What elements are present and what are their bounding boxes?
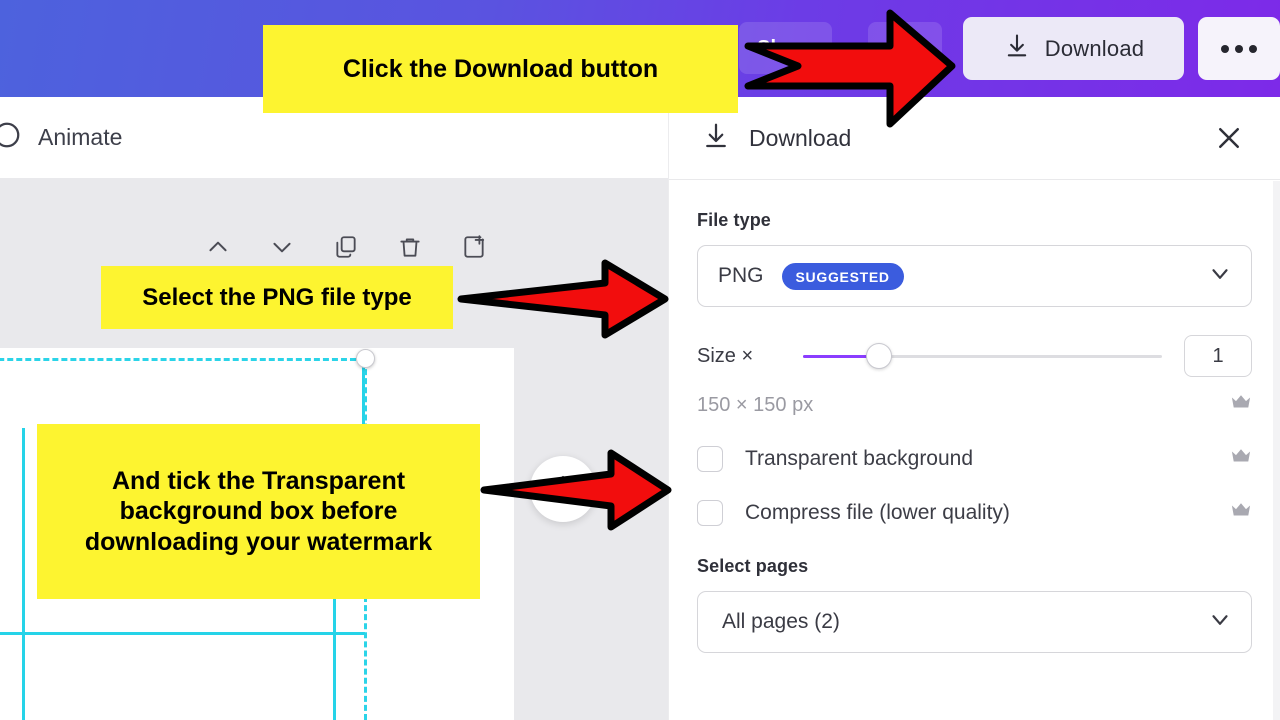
- trash-icon[interactable]: [397, 234, 423, 265]
- crown-icon: [1230, 501, 1252, 526]
- transparent-background-row[interactable]: Transparent background: [697, 446, 1252, 472]
- download-panel: Download File type PNG SUGGESTED Size × …: [668, 97, 1280, 720]
- download-icon: [1003, 32, 1031, 65]
- transparent-background-checkbox[interactable]: [697, 446, 723, 472]
- selection-guide-box-right: [333, 588, 336, 720]
- more-horizontal-icon: [1221, 44, 1257, 53]
- file-type-value: PNG: [718, 264, 764, 287]
- transparent-background-label: Transparent background: [745, 447, 974, 470]
- suggested-badge: SUGGESTED: [781, 262, 904, 290]
- animate-icon: [0, 120, 22, 155]
- size-dimensions-row: 150 × 150 px: [697, 393, 1252, 418]
- selection-guide-box-left: [22, 428, 25, 720]
- download-button-label: Download: [1044, 35, 1145, 61]
- chevron-down-icon: [1207, 261, 1233, 292]
- more-options-button[interactable]: [1198, 17, 1280, 80]
- crown-icon: [1230, 447, 1252, 472]
- size-row: Size × 1: [697, 335, 1252, 377]
- file-type-label: File type: [697, 210, 771, 230]
- chevron-down-icon: [1207, 607, 1233, 638]
- selection-guide-top: [0, 358, 365, 361]
- size-dimensions-text: 150 × 150 px: [697, 394, 814, 416]
- arrow-to-file-type: [457, 259, 669, 339]
- size-label: Size ×: [697, 344, 754, 367]
- compress-file-label: Compress file (lower quality): [745, 501, 1010, 524]
- download-panel-icon: [701, 121, 731, 156]
- file-type-select[interactable]: PNG SUGGESTED: [697, 245, 1252, 307]
- duplicate-icon[interactable]: [333, 234, 359, 265]
- close-icon[interactable]: [1212, 121, 1246, 155]
- download-button[interactable]: Download: [963, 17, 1184, 80]
- callout-tick-transparent: And tick the Transparent background box …: [37, 424, 480, 599]
- select-pages-dropdown[interactable]: All pages (2): [697, 591, 1252, 653]
- size-value-input[interactable]: 1: [1184, 335, 1252, 377]
- arrow-to-download-button: [744, 9, 956, 128]
- selection-guide-mid-horizontal: [0, 632, 365, 635]
- callout-select-png: Select the PNG file type: [101, 266, 453, 329]
- crown-icon: [1230, 393, 1252, 418]
- chevron-down-icon[interactable]: [269, 234, 295, 265]
- callout-click-download: Click the Download button: [263, 25, 738, 113]
- select-pages-value: All pages (2): [722, 610, 840, 633]
- slider-thumb[interactable]: [865, 343, 892, 369]
- select-pages-label: Select pages: [697, 556, 809, 576]
- size-slider[interactable]: [803, 343, 1162, 369]
- animate-label: Animate: [38, 124, 123, 150]
- panel-scrollbar[interactable]: [1273, 181, 1280, 720]
- compress-file-row[interactable]: Compress file (lower quality): [697, 500, 1252, 526]
- compress-file-checkbox[interactable]: [697, 500, 723, 526]
- animate-button[interactable]: Animate: [0, 120, 122, 155]
- arrow-to-transparent-checkbox: [480, 449, 672, 531]
- download-panel-body: File type PNG SUGGESTED Size × 1 150 × 1…: [669, 180, 1280, 653]
- slider-fill: [803, 354, 872, 358]
- selection-handle-top-right[interactable]: [356, 349, 375, 368]
- chevron-up-icon[interactable]: [205, 234, 231, 265]
